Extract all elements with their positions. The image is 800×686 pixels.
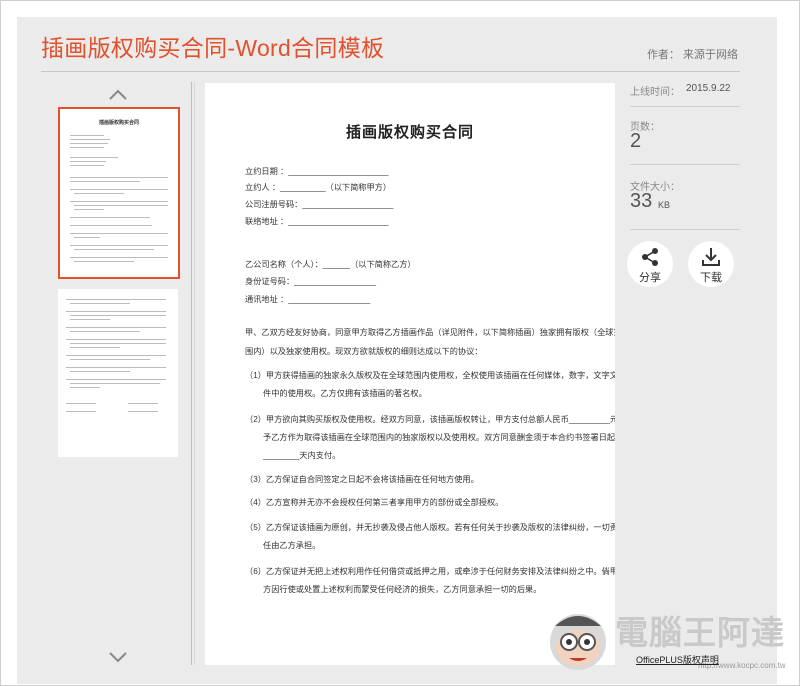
info-divider [630, 164, 740, 165]
download-label: 下载 [700, 272, 722, 284]
doc-line: 通讯地址 ：__________________ [245, 295, 371, 304]
info-divider [630, 106, 740, 107]
document-preview[interactable]: 插画版权购买合同 立约日期 ：______________________ 立约… [205, 83, 615, 665]
download-button[interactable]: 下载 [688, 241, 734, 287]
thumb-scroll-up-button[interactable] [108, 87, 128, 101]
online-time-value: 2015.9.22 [686, 83, 731, 94]
doc-line: 方因行使或处置上述权利而蒙受任何经济的损失，乙方同意承担一切的后果。 [263, 585, 542, 594]
doc-line: 任由乙方承担。 [263, 541, 321, 550]
doc-line: （1）甲方获得插画的独家永久版权及在全球范围内使用权，全权使用该插画在任何媒体，… [245, 371, 615, 380]
doc-line: 公司注册号码：____________________ [245, 200, 394, 209]
doc-line: 身份证号码：__________________ [245, 277, 377, 286]
pages-value: 2 [630, 130, 642, 152]
doc-line: 甲、乙双方经友好协商，同意甲方取得乙方插画作品（详见附件，以下简称插画）独家拥有… [245, 328, 615, 337]
doc-line: 予乙方作为取得该插画在全球范围内的独家版权以及使用权。双方同意酬金须于本合约书签… [263, 433, 615, 442]
doc-line: （6）乙方保证并无把上述权利用作任何借贷或抵押之用，或牵涉于任何财务安排及法律纠… [245, 567, 615, 576]
mascot-logo-icon [550, 614, 606, 670]
info-divider [630, 229, 740, 230]
document-title: 插画版权购买合同 [345, 124, 474, 141]
doc-line: 乙公司名称（个人）：______（以下简称乙方） [245, 260, 416, 269]
watermark-brand: 電腦王阿達 [615, 614, 785, 651]
thumb-scroll-down-button[interactable] [108, 651, 128, 665]
copyright-link[interactable]: OfficePLUS版权声明 [636, 653, 719, 666]
chevron-down-icon [109, 652, 127, 663]
share-label: 分享 [639, 272, 661, 284]
file-size-value: 33 [630, 190, 653, 212]
doc-line: ________天内支付。 [263, 451, 341, 460]
doc-line: （4）乙方宣称并无亦不会授权任何第三者享用甲方的部份或全部授权。 [245, 498, 504, 507]
thumbnail-page-2[interactable] [58, 289, 178, 457]
doc-line: 联络地址 ：______________________ [245, 217, 389, 226]
doc-line: （2）甲方欲向其购买版权及使用权。经双方同意，该插画版权转让，甲方支付总额人民币… [245, 415, 615, 424]
doc-line: 围内）以及独家使用权。现双方欲就版权的细则达成以下的协议： [245, 347, 483, 356]
share-icon [642, 248, 658, 266]
author-text: 作者： 来源于网络 [646, 49, 738, 61]
header-divider [41, 71, 740, 72]
thumbnail-title: 插画版权购买合同 [98, 120, 139, 126]
doc-line: （3）乙方保证自合同签定之日起不会将该插画在任何地方使用。 [245, 475, 479, 484]
online-time-label: 上线时间： [630, 87, 680, 98]
file-size-unit: KB [658, 200, 671, 210]
thumbnail-page-1[interactable]: 插画版权购买合同 [58, 107, 180, 279]
column-divider-shadow [194, 82, 195, 665]
doc-line: 件中的使用权。乙方仅拥有该插画的著名权。 [263, 389, 427, 398]
page-title: 插画版权购买合同-Word合同模板 [41, 35, 385, 61]
column-divider [191, 82, 192, 665]
share-button[interactable]: 分享 [627, 241, 673, 287]
doc-line: 立约日期 ：______________________ [245, 167, 389, 176]
chevron-up-icon [109, 89, 127, 100]
doc-line: 立约人 ：__________（以下简称甲方） [245, 183, 392, 192]
download-icon [702, 248, 720, 266]
doc-line: （5）乙方保证该插画为原创，并无抄袭及侵占他人版权。若有任何关于抄袭及版权的法律… [245, 523, 615, 532]
